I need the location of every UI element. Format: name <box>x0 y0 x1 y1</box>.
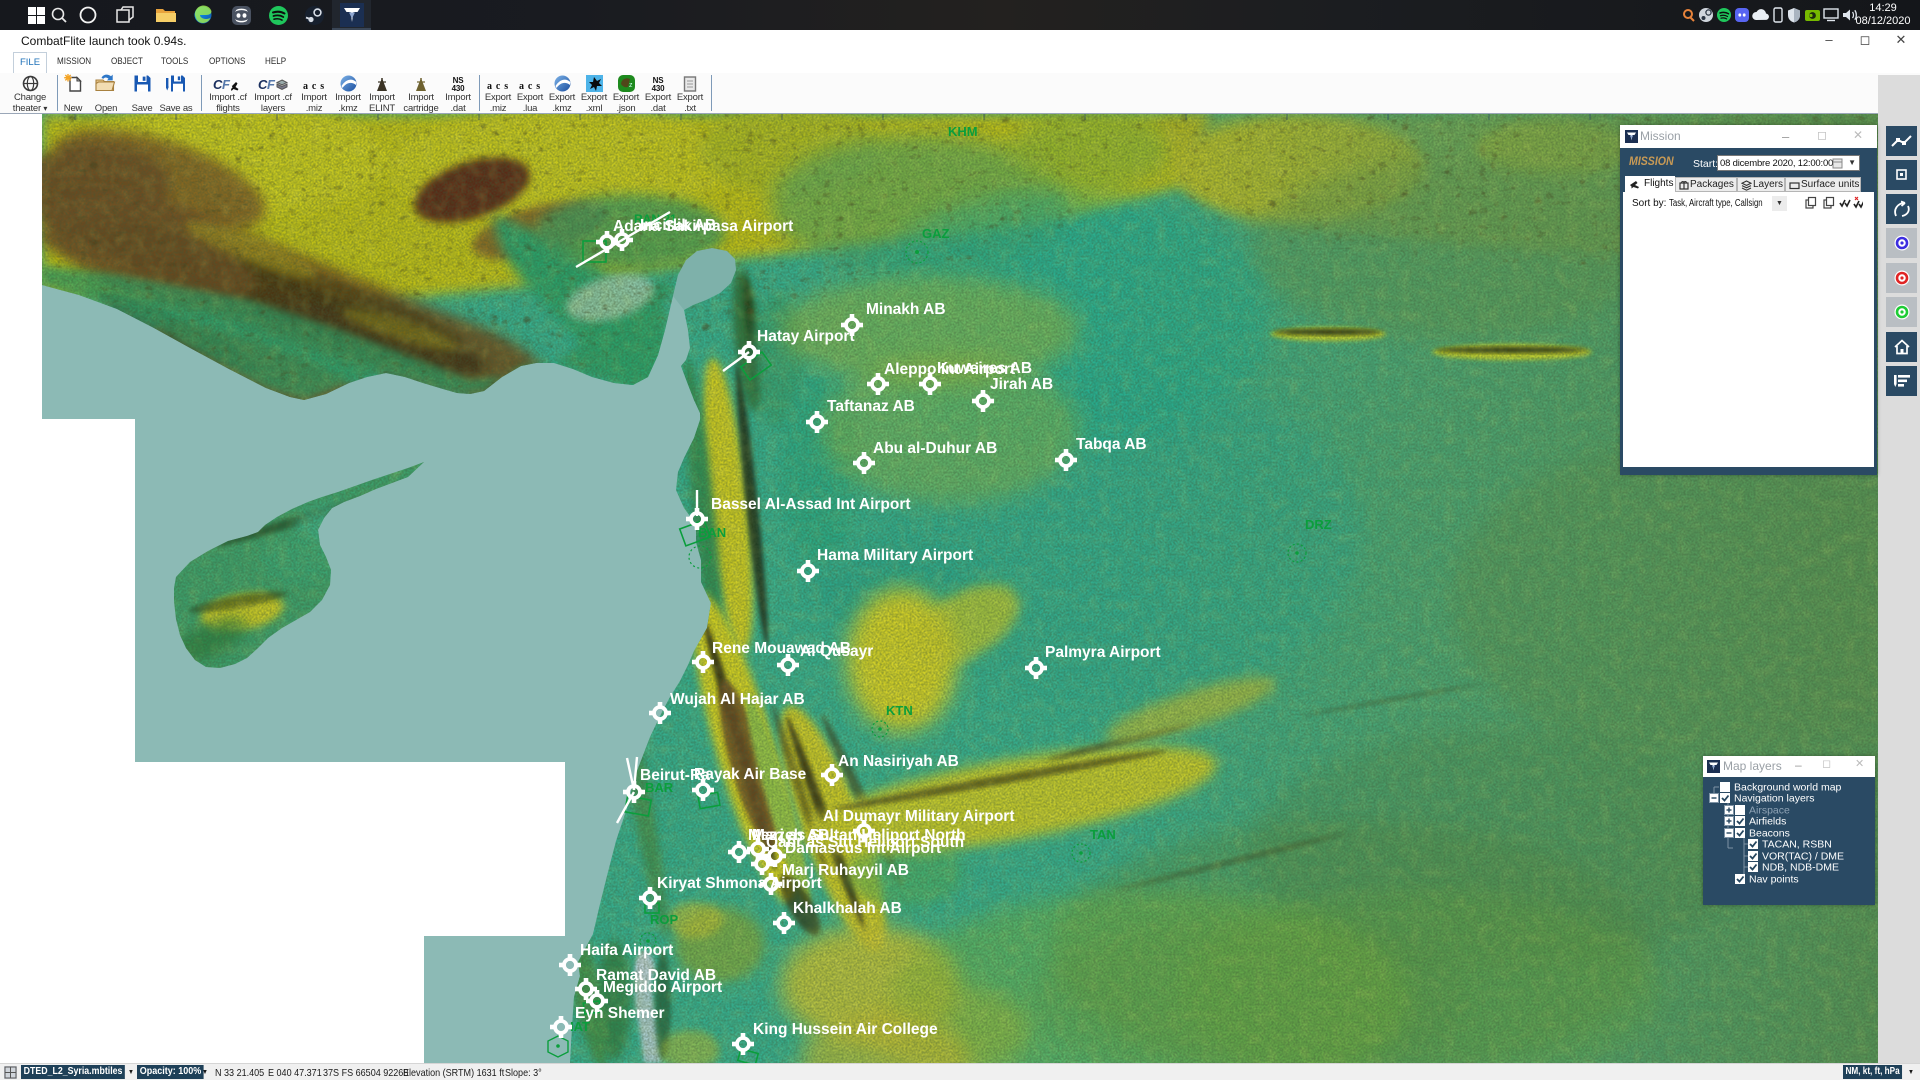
svg-text:430: 430 <box>452 84 465 92</box>
svg-text:Nav points: Nav points <box>1749 874 1799 886</box>
svg-text:Incirlik AB: Incirlik AB <box>640 217 716 234</box>
svg-text:KTN: KTN <box>886 703 913 718</box>
svg-text:King Hussein Air College: King Hussein Air College <box>753 1021 938 1038</box>
svg-text:F: F <box>267 77 276 92</box>
svg-text:Kuweires AB: Kuweires AB <box>937 360 1032 377</box>
svg-text:TAN: TAN <box>1090 827 1116 842</box>
svg-text:BAN: BAN <box>698 525 726 540</box>
svg-text:Taftanaz AB: Taftanaz AB <box>827 398 915 415</box>
svg-text:Megiddo Airport: Megiddo Airport <box>603 979 722 996</box>
svg-text:Minakh AB: Minakh AB <box>866 301 946 318</box>
svg-text:430: 430 <box>652 84 665 92</box>
svg-text:DRZ: DRZ <box>1305 517 1332 532</box>
svg-text:Hama Military Airport: Hama Military Airport <box>817 547 973 564</box>
svg-text:Abu al-Duhur AB: Abu al-Duhur AB <box>873 440 997 457</box>
svg-text:Jirah AB: Jirah AB <box>990 376 1053 393</box>
svg-text:acs: acs <box>487 81 508 92</box>
svg-text:Tabqa AB: Tabqa AB <box>1076 436 1147 453</box>
svg-text:KHM: KHM <box>948 124 978 139</box>
svg-text:Navigation layers: Navigation layers <box>1734 793 1815 805</box>
svg-text:ROP: ROP <box>650 912 679 927</box>
svg-text:NDB, NDB-DME: NDB, NDB-DME <box>1762 862 1839 874</box>
svg-text:TACAN, RSBN: TACAN, RSBN <box>1762 839 1832 851</box>
svg-text:An Nasiriyah AB: An Nasiriyah AB <box>838 753 959 770</box>
svg-text:Al Qusayr: Al Qusayr <box>800 643 873 660</box>
svg-text:Palmyra Airport: Palmyra Airport <box>1045 644 1161 661</box>
svg-text:Airfields: Airfields <box>1749 816 1786 828</box>
svg-text:Al Dumayr Military Airport: Al Dumayr Military Airport <box>823 808 1015 825</box>
svg-text:acs: acs <box>519 81 540 92</box>
svg-text:Haifa Airport: Haifa Airport <box>580 942 673 959</box>
svg-text:F: F <box>222 77 231 92</box>
svg-text:GAZ: GAZ <box>922 226 950 241</box>
svg-text:acs: acs <box>303 81 324 92</box>
svg-text:Eyn Shemer: Eyn Shemer <box>575 1005 665 1022</box>
svg-text:Damascus Int Airport: Damascus Int Airport <box>785 840 941 857</box>
svg-text:Kiryat Shmona Airport: Kiryat Shmona Airport <box>657 875 822 892</box>
svg-text:Wujah Al Hajar AB: Wujah Al Hajar AB <box>670 691 805 708</box>
svg-text:Rayak Air Base: Rayak Air Base <box>694 766 807 783</box>
svg-text:Khalkhalah AB: Khalkhalah AB <box>793 900 902 917</box>
svg-text:Bassel Al-Assad Int Airport: Bassel Al-Assad Int Airport <box>711 496 911 513</box>
svg-text:Hatay Airport: Hatay Airport <box>757 328 855 345</box>
